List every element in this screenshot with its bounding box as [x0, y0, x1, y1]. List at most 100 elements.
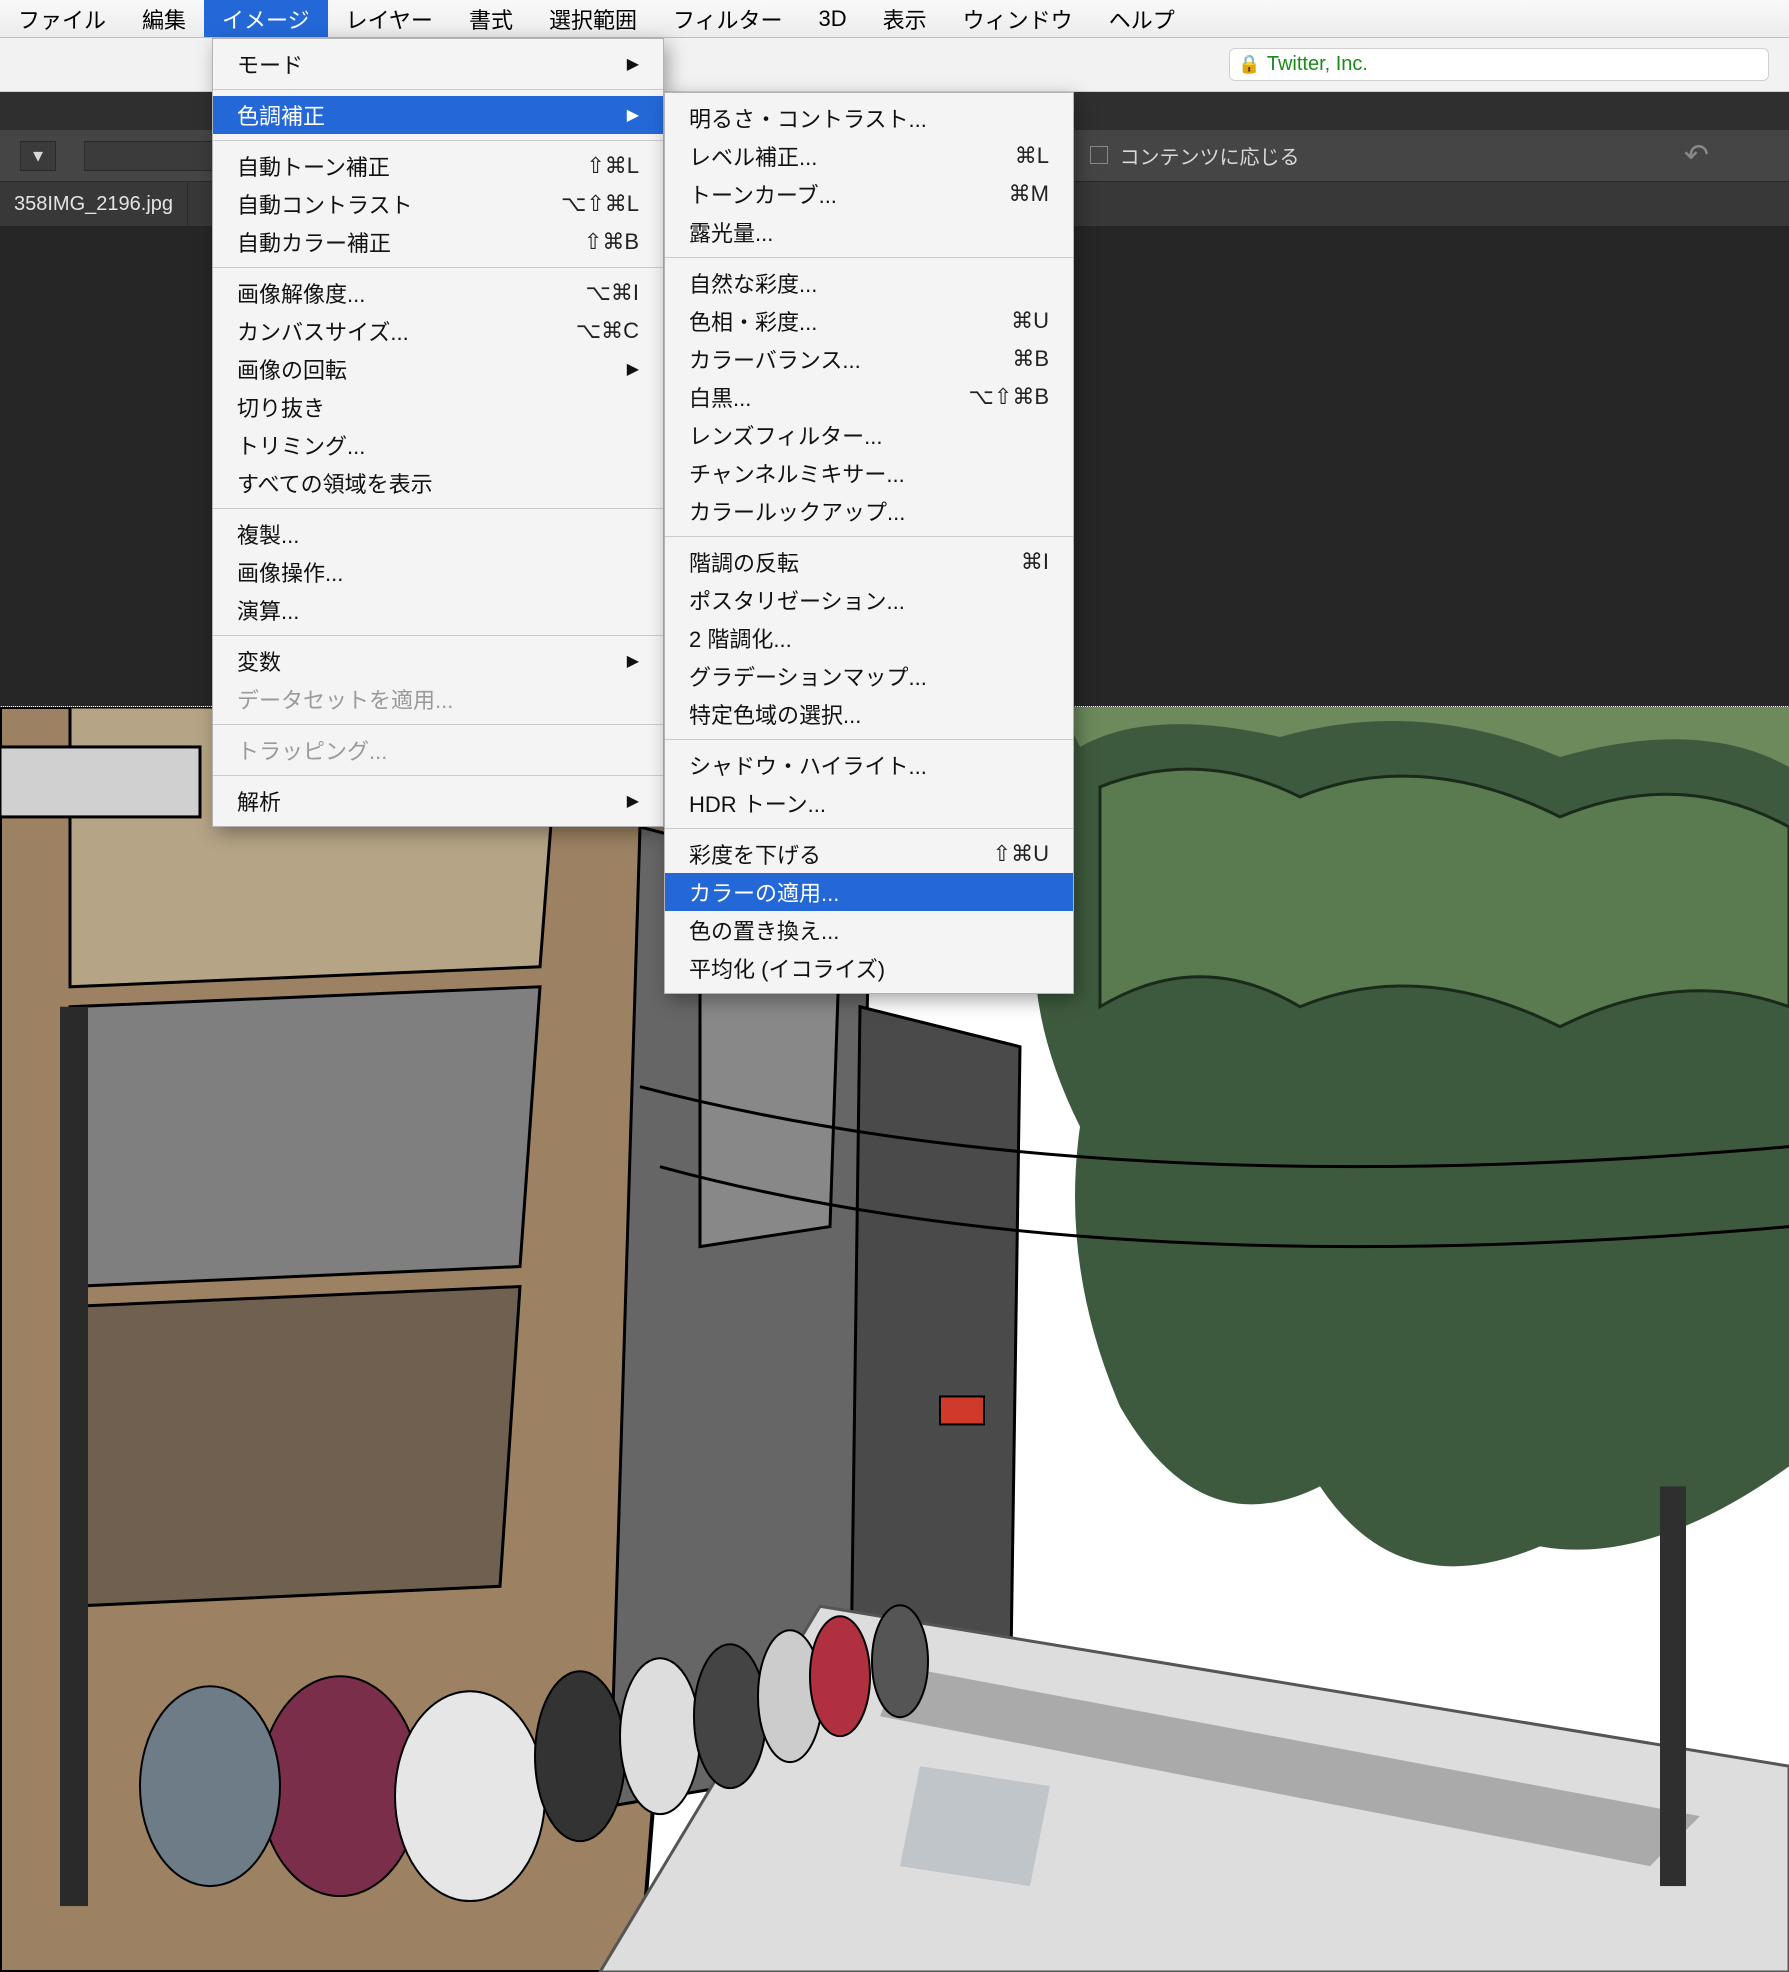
menu-3D[interactable]: 3D: [801, 0, 865, 37]
submenu-arrow-icon: ▶: [627, 651, 639, 671]
menu-item-shortcut: ⇧⌘B: [584, 229, 639, 255]
submenu-arrow-icon: ▶: [627, 791, 639, 811]
adjust-menu-item[interactable]: グラデーションマップ...: [665, 657, 1073, 695]
image-menu-item[interactable]: 自動トーン補正⇧⌘L: [213, 147, 663, 185]
menu-item-label: トーンカーブ...: [689, 178, 837, 210]
image-menu-item[interactable]: カンバスサイズ...⌥⌘C: [213, 312, 663, 350]
menu-イメージ[interactable]: イメージ: [204, 0, 328, 37]
menu-item-shortcut: ⌥⇧⌘L: [561, 191, 639, 217]
adjust-menu-item[interactable]: 2 階調化...: [665, 619, 1073, 657]
adjust-menu-item[interactable]: ポスタリゼーション...: [665, 581, 1073, 619]
image-menu-item[interactable]: 自動カラー補正 ⇧⌘B: [213, 223, 663, 261]
menu-item-label: カラーの適用...: [689, 876, 839, 908]
submenu-arrow-icon: ▶: [627, 105, 639, 125]
image-menu-item[interactable]: 画像の回転 ▶: [213, 350, 663, 388]
image-menu-item: トラッピング...: [213, 731, 663, 769]
menu-item-label: チャンネルミキサー...: [689, 457, 905, 489]
image-menu-item[interactable]: 切り抜き: [213, 388, 663, 426]
browser-url-text: Twitter, Inc.: [1267, 53, 1368, 76]
adjust-menu-item[interactable]: トーンカーブ...⌘M: [665, 175, 1073, 213]
menu-ウィンドウ[interactable]: ウィンドウ: [945, 0, 1091, 37]
menu-item-label: 解析: [237, 785, 281, 817]
image-menu-item[interactable]: モード▶: [213, 45, 663, 83]
menu-item-shortcut: ⌘U: [1011, 308, 1049, 334]
adjust-menu-item[interactable]: カラールックアップ...: [665, 492, 1073, 530]
adjust-menu-item[interactable]: シャドウ・ハイライト...: [665, 746, 1073, 784]
menu-item-label: 自動カラー補正: [237, 226, 391, 258]
adjust-menu-item[interactable]: レベル補正... ⌘L: [665, 137, 1073, 175]
menu-item-label: レンズフィルター...: [689, 419, 882, 451]
menu-フィルター[interactable]: フィルター: [655, 0, 801, 37]
image-menu-item[interactable]: 色調補正 ▶: [213, 96, 663, 134]
menu-ヘルプ[interactable]: ヘルプ: [1091, 0, 1193, 37]
menu-item-label: 自然な彩度...: [689, 267, 817, 299]
browser-url-display[interactable]: 🔒 Twitter, Inc.: [1229, 48, 1769, 81]
image-menu-item[interactable]: 自動コントラスト ⌥⇧⌘L: [213, 185, 663, 223]
menu-編集[interactable]: 編集: [124, 0, 204, 37]
menu-item-shortcut: ⌘I: [1021, 549, 1049, 575]
adjust-menu-item[interactable]: 白黒...⌥⇧⌘B: [665, 378, 1073, 416]
adjust-menu-item[interactable]: 平均化 (イコライズ): [665, 949, 1073, 987]
menu-item-label: 自動コントラスト: [237, 188, 413, 220]
menu-item-label: 色調補正: [237, 99, 325, 131]
menu-レイヤー[interactable]: レイヤー: [328, 0, 451, 37]
adjust-menu-item[interactable]: 特定色域の選択...: [665, 695, 1073, 733]
image-menu-item[interactable]: すべての領域を表示: [213, 464, 663, 502]
adjust-menu-item[interactable]: カラーの適用...: [665, 873, 1073, 911]
menu-item-shortcut: ⇧⌘L: [586, 153, 639, 179]
adjust-menu-item[interactable]: 明るさ・コントラスト...: [665, 99, 1073, 137]
menu-item-label: 複製...: [237, 518, 299, 550]
adjust-menu-item[interactable]: 彩度を下げる⇧⌘U: [665, 835, 1073, 873]
image-menu-item[interactable]: 解析 ▶: [213, 782, 663, 820]
image-menu-item[interactable]: 変数 ▶: [213, 642, 663, 680]
adjust-menu-item[interactable]: チャンネルミキサー...: [665, 454, 1073, 492]
menu-item-label: トリミング...: [237, 429, 365, 461]
menu-item-label: カラーバランス...: [689, 343, 861, 375]
content-aware-label: コンテンツに応じる: [1120, 147, 1300, 169]
menu-item-label: すべての領域を表示: [237, 467, 433, 499]
image-menu-item: データセットを適用...: [213, 680, 663, 718]
adjust-menu-item[interactable]: 露光量...: [665, 213, 1073, 251]
adjustments-submenu: 明るさ・コントラスト...レベル補正... ⌘L トーンカーブ...⌘M露光量...…: [664, 92, 1074, 994]
image-menu-item[interactable]: 複製...: [213, 515, 663, 553]
content-aware-checkbox[interactable]: [1090, 146, 1108, 164]
content-aware-option[interactable]: コンテンツに応じる: [1090, 141, 1300, 170]
menu-item-shortcut: ⌥⌘C: [576, 318, 639, 344]
submenu-arrow-icon: ▶: [627, 359, 639, 379]
menu-item-label: 画像の回転: [237, 353, 347, 385]
adjust-menu-item[interactable]: 色相・彩度...⌘U: [665, 302, 1073, 340]
image-menu-item[interactable]: 画像解像度...⌥⌘I: [213, 274, 663, 312]
document-tab[interactable]: 358IMG_2196.jpg: [0, 182, 188, 226]
menu-item-label: データセットを適用...: [237, 683, 453, 715]
adjust-menu-item[interactable]: 自然な彩度...: [665, 264, 1073, 302]
menu-item-label: トラッピング...: [237, 734, 387, 766]
options-field[interactable]: [84, 141, 214, 171]
menu-item-label: レベル補正...: [689, 140, 817, 172]
adjust-menu-item[interactable]: レンズフィルター...: [665, 416, 1073, 454]
menu-item-label: 彩度を下げる: [689, 838, 821, 870]
image-menu-item[interactable]: トリミング...: [213, 426, 663, 464]
reset-icon[interactable]: ↶: [1684, 138, 1709, 173]
adjust-menu-item[interactable]: カラーバランス...⌘B: [665, 340, 1073, 378]
menu-item-label: 切り抜き: [237, 391, 325, 423]
menu-item-label: 白黒...: [689, 381, 751, 413]
menu-item-label: グラデーションマップ...: [689, 660, 927, 692]
menu-item-label: 露光量...: [689, 216, 773, 248]
menu-ファイル[interactable]: ファイル: [0, 0, 124, 37]
menu-item-label: カラールックアップ...: [689, 495, 905, 527]
menu-item-label: ポスタリゼーション...: [689, 584, 905, 616]
tool-preset-dropdown[interactable]: ▾: [20, 141, 56, 171]
document-tab-label: 358IMG_2196.jpg: [14, 193, 173, 216]
image-menu-item[interactable]: 画像操作...: [213, 553, 663, 591]
menu-item-shortcut: ⌘L: [1015, 143, 1049, 169]
menu-item-label: 階調の反転: [689, 546, 799, 578]
menu-表示[interactable]: 表示: [865, 0, 945, 37]
adjust-menu-item[interactable]: HDR トーン...: [665, 784, 1073, 822]
menu-item-label: 変数: [237, 645, 281, 677]
adjust-menu-item[interactable]: 階調の反転 ⌘I: [665, 543, 1073, 581]
menu-書式[interactable]: 書式: [451, 0, 531, 37]
adjust-menu-item[interactable]: 色の置き換え...: [665, 911, 1073, 949]
menu-item-shortcut: ⌥⌘I: [586, 280, 639, 306]
image-menu-item[interactable]: 演算...: [213, 591, 663, 629]
menu-選択範囲[interactable]: 選択範囲: [531, 0, 655, 37]
